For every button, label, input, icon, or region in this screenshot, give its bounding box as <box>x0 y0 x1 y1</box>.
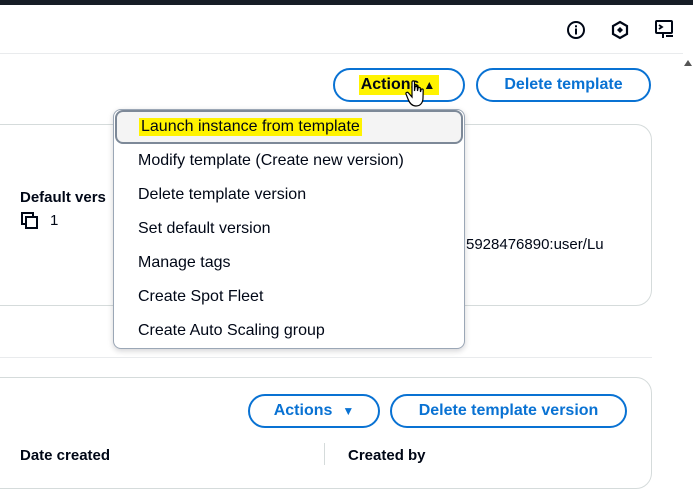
menu-item-launch-instance[interactable]: Launch instance from template <box>115 110 463 144</box>
menu-item-label: Create Spot Fleet <box>138 288 264 305</box>
actions-button-label: Actions <box>358 75 422 95</box>
menu-item-label: Delete template version <box>138 186 307 203</box>
delete-template-version-button[interactable]: Delete template version <box>390 394 627 428</box>
owner-value: 5928476890:user/Lu <box>466 236 604 253</box>
caret-up-icon: ▲ <box>421 75 440 95</box>
scroll-up-icon[interactable] <box>684 60 692 66</box>
menu-item-delete-version[interactable]: Delete template version <box>115 178 463 212</box>
cloudshell-icon[interactable] <box>654 19 676 41</box>
settings-hex-icon[interactable] <box>609 19 631 41</box>
menu-item-set-default[interactable]: Set default version <box>115 212 463 246</box>
menu-item-create-auto-scaling[interactable]: Create Auto Scaling group <box>115 314 463 348</box>
menu-item-label: Launch instance from template <box>139 118 362 136</box>
column-header-created-by: Created by <box>348 447 426 464</box>
menu-item-label: Manage tags <box>138 254 231 271</box>
column-separator[interactable] <box>324 443 325 465</box>
delete-template-button[interactable]: Delete template <box>476 68 651 102</box>
menu-item-label: Set default version <box>138 220 271 237</box>
actions-button[interactable]: Actions ▲ <box>333 68 465 102</box>
version-actions-button[interactable]: Actions ▼ <box>248 394 380 428</box>
menu-item-label: Create Auto Scaling group <box>138 322 325 339</box>
default-version-label: Default vers <box>20 189 106 206</box>
actions-dropdown-menu: Launch instance from template Modify tem… <box>113 109 465 349</box>
default-version-value: 1 <box>50 212 59 229</box>
version-actions-label: Actions <box>273 402 333 419</box>
column-header-date-created: Date created <box>20 447 111 464</box>
info-icon[interactable] <box>565 19 587 41</box>
section-divider <box>0 357 652 358</box>
utility-bar <box>0 5 693 54</box>
menu-item-manage-tags[interactable]: Manage tags <box>115 246 463 280</box>
caret-down-icon: ▼ <box>342 404 355 418</box>
menu-item-label: Modify template (Create new version) <box>138 152 404 169</box>
menu-item-create-spot-fleet[interactable]: Create Spot Fleet <box>115 280 463 314</box>
copy-icon[interactable] <box>21 212 39 230</box>
menu-item-modify-template[interactable]: Modify template (Create new version) <box>115 144 463 178</box>
page-scrollbar[interactable] <box>683 53 693 465</box>
